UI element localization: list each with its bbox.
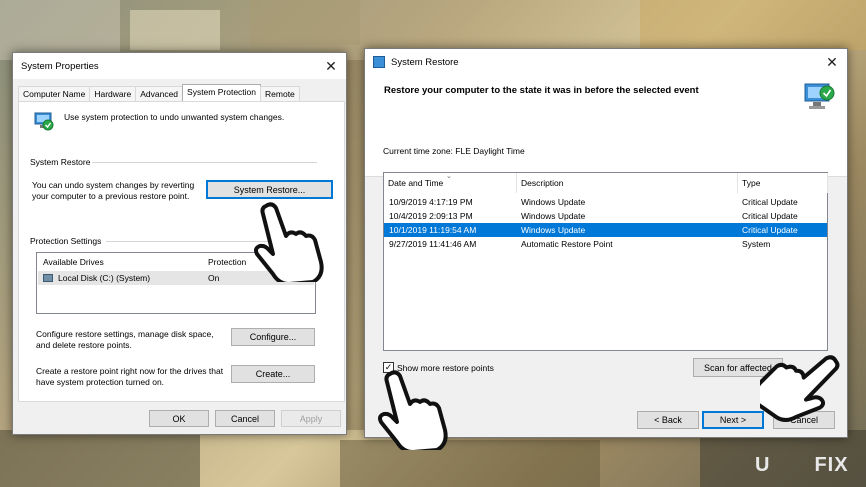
row-type: System <box>742 239 771 249</box>
table-row-selected[interactable]: 10/1/2019 11:19:54 AM Windows Update Cri… <box>384 223 827 237</box>
row-date: 10/4/2019 2:09:13 PM <box>389 211 473 221</box>
restore-description-line2: your computer to a previous restore poin… <box>32 191 190 201</box>
pointing-hand-icon <box>248 200 324 286</box>
tab-hardware[interactable]: Hardware <box>89 86 137 101</box>
protection-settings-group-label: Protection Settings <box>30 236 102 246</box>
create-button[interactable]: Create... <box>231 365 315 383</box>
drive-protection-status: On <box>208 273 220 283</box>
system-protection-icon <box>32 110 54 132</box>
create-description-line2: have system protection turned on. <box>36 377 165 387</box>
table-row[interactable]: 9/27/2019 11:41:46 AM Automatic Restore … <box>384 237 827 251</box>
tab-advanced[interactable]: Advanced <box>135 86 184 101</box>
restore-points-table[interactable]: Date and Time ⌄ Description Type 10/9/20… <box>383 172 828 351</box>
system-properties-tabs: Computer Name Hardware Advanced System P… <box>18 84 300 101</box>
local-disk-icon <box>43 274 53 282</box>
column-description[interactable]: Description <box>517 173 738 193</box>
row-description: Automatic Restore Point <box>521 239 613 249</box>
row-type: Critical Update <box>742 225 798 235</box>
system-restore-titlebar: System Restore ✕ <box>365 49 847 75</box>
restore-description-line1: You can undo system changes by reverting <box>32 180 195 190</box>
timezone-label: Current time zone: FLE Daylight Time <box>383 146 525 156</box>
row-description: Windows Update <box>521 197 586 207</box>
tab-remote[interactable]: Remote <box>260 86 300 101</box>
system-properties-title: System Properties <box>21 60 99 72</box>
ok-button[interactable]: OK <box>149 410 209 427</box>
tab-computer-name[interactable]: Computer Name <box>18 86 91 101</box>
system-restore-group-label: System Restore <box>30 157 91 167</box>
create-description-line1: Create a restore point right now for the… <box>36 366 224 376</box>
close-icon[interactable]: ✕ <box>823 53 841 71</box>
configure-description-line1: Configure restore settings, manage disk … <box>36 329 214 339</box>
system-properties-titlebar: System Properties ✕ <box>13 53 346 79</box>
row-date: 10/9/2019 4:17:19 PM <box>389 197 473 207</box>
system-restore-title-icon <box>373 56 385 68</box>
divider <box>92 162 317 163</box>
table-row[interactable]: 10/4/2019 2:09:13 PM Windows Update Crit… <box>384 209 827 223</box>
logo-right: FIX <box>814 454 849 476</box>
system-restore-icon <box>801 79 837 115</box>
drive-name: Local Disk (C:) (System) <box>58 273 151 283</box>
sort-arrow-icon: ⌄ <box>446 173 452 180</box>
logo-left: U <box>755 454 771 476</box>
apply-button[interactable]: Apply <box>281 410 341 427</box>
row-date: 10/1/2019 11:19:54 AM <box>389 225 477 235</box>
column-available-drives[interactable]: Available Drives <box>43 257 104 267</box>
cancel-button[interactable]: Cancel <box>215 410 275 427</box>
row-date: 9/27/2019 11:41:46 AM <box>389 239 477 249</box>
row-type: Critical Update <box>742 197 798 207</box>
row-type: Critical Update <box>742 211 798 221</box>
row-description: Windows Update <box>521 225 586 235</box>
next-button[interactable]: Next > <box>702 411 764 429</box>
table-row[interactable]: 10/9/2019 4:17:19 PM Windows Update Crit… <box>384 195 827 209</box>
system-protection-intro: Use system protection to undo unwanted s… <box>64 112 285 122</box>
tab-system-protection[interactable]: System Protection <box>182 84 262 101</box>
pointing-hand-icon <box>372 368 448 454</box>
configure-description-line2: and delete restore points. <box>36 340 132 350</box>
back-button[interactable]: < Back <box>637 411 699 429</box>
pointing-hand-icon <box>752 340 840 422</box>
close-icon[interactable]: ✕ <box>322 57 340 75</box>
system-restore-button[interactable]: System Restore... <box>206 180 333 199</box>
system-restore-header: Restore your computer to the state it wa… <box>365 75 847 177</box>
system-restore-title: System Restore <box>391 56 459 68</box>
column-type[interactable]: Type <box>738 173 828 193</box>
configure-button[interactable]: Configure... <box>231 328 315 346</box>
row-description: Windows Update <box>521 211 586 221</box>
column-protection[interactable]: Protection <box>208 257 246 267</box>
system-restore-heading: Restore your computer to the state it wa… <box>384 85 699 96</box>
ugetfix-logo: U FIX <box>755 454 849 477</box>
